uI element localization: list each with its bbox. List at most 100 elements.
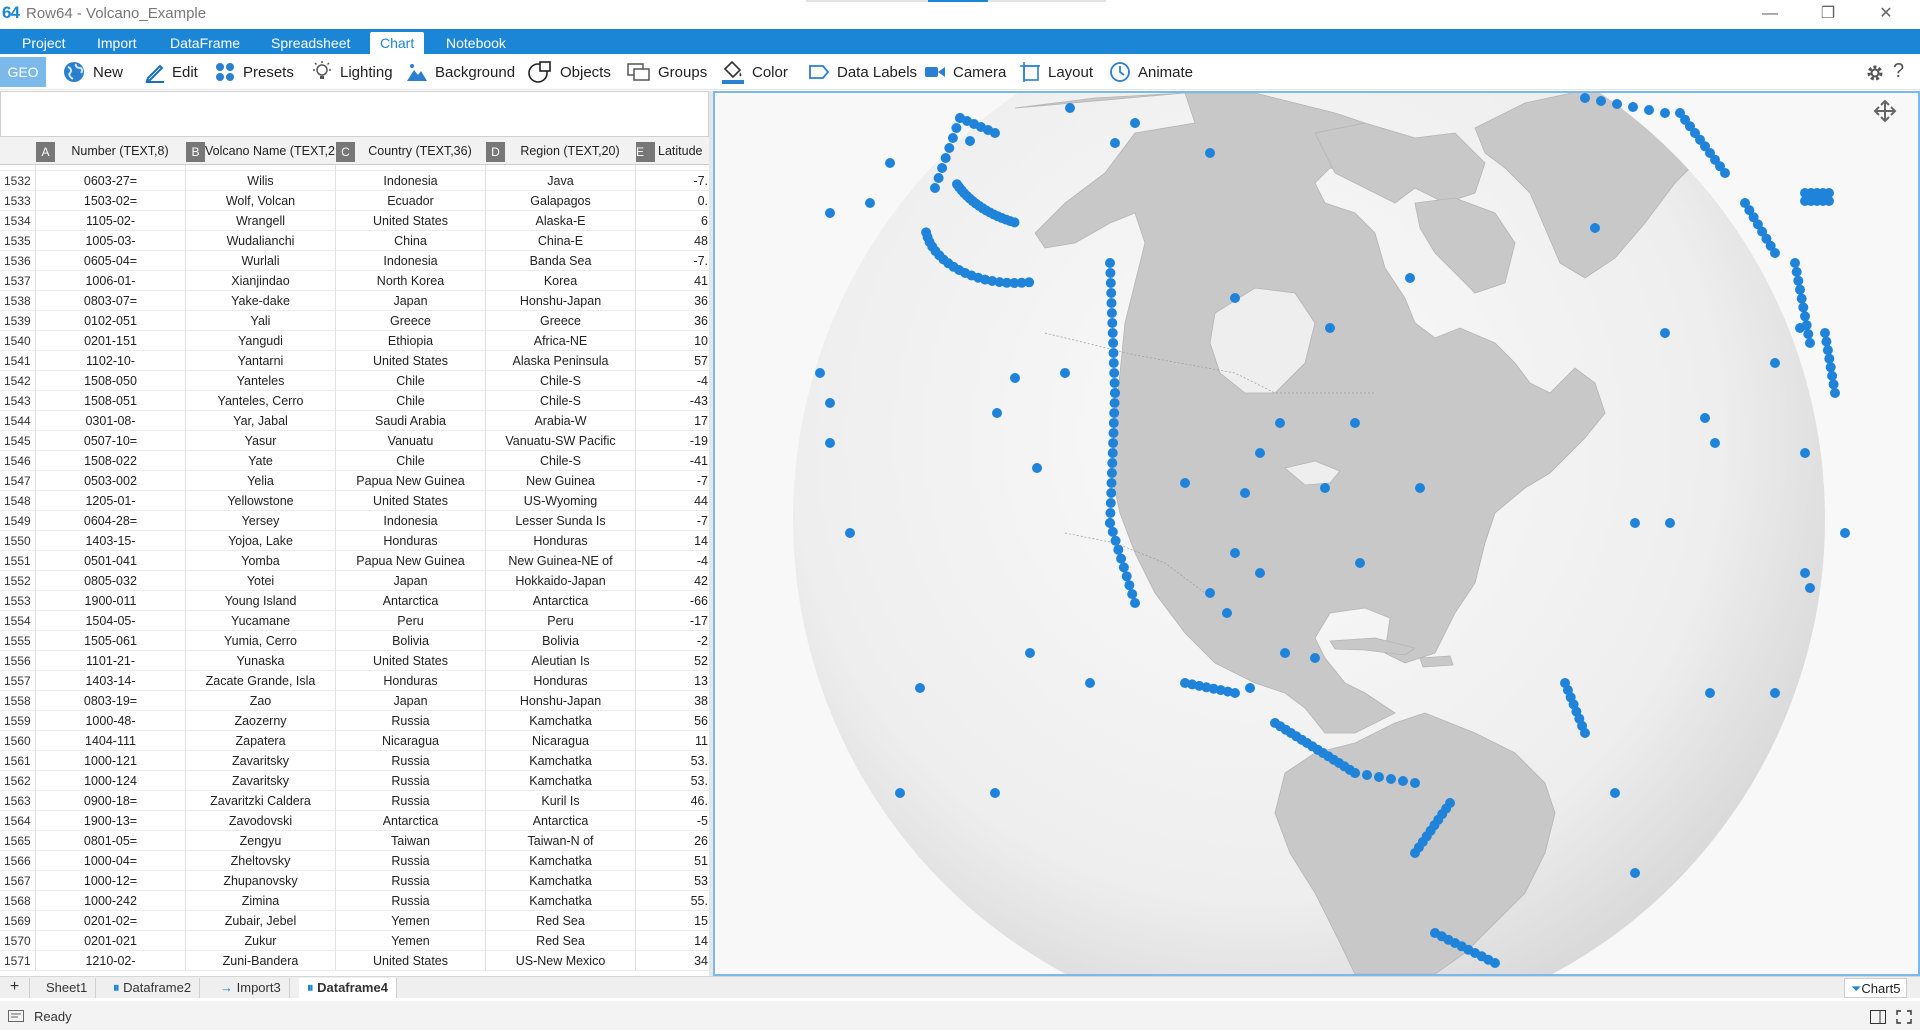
volcano-marker[interactable] [1106,478,1117,488]
region-cell[interactable]: New Guinea-NE of [486,551,636,571]
country-cell[interactable]: Yemen [336,911,486,931]
volcano-marker[interactable] [1310,653,1320,663]
volcano-name-cell[interactable]: Yomba [186,551,336,571]
volcano-name-cell[interactable]: Yanteles, Cerro [186,391,336,411]
volcano-name-cell[interactable]: Young Island [186,591,336,611]
number-cell[interactable]: 0803-07= [36,291,186,311]
groups-button[interactable]: Groups [627,60,707,84]
color-button[interactable]: Color [721,60,788,84]
column-header-c[interactable]: C Country (TEXT,36) [336,137,486,165]
region-cell[interactable]: Antarctica [486,591,636,611]
latitude-cell[interactable]: 0. [636,191,711,211]
table-row[interactable]: 1542 1508-050 Yanteles Chile Chile-S -4 [0,371,711,391]
volcano-marker[interactable] [1795,323,1805,333]
country-cell[interactable]: Japan [336,291,486,311]
volcano-marker[interactable] [1113,544,1124,555]
volcano-marker[interactable] [1805,583,1815,593]
number-cell[interactable]: 1000-242 [36,891,186,911]
volcano-marker[interactable] [1800,568,1810,578]
volcano-marker[interactable] [825,398,835,408]
table-row[interactable]: 1567 1000-12= Zhupanovsky Russia Kamchatka 53 [0,871,711,891]
volcano-marker[interactable] [1107,458,1118,468]
volcano-marker[interactable] [1590,223,1600,233]
volcano-name-cell[interactable]: Yotei [186,571,336,591]
volcano-marker[interactable] [944,143,955,153]
table-row[interactable]: 1538 0803-07= Yake-dake Japan Honshu-Japan 36 [0,291,711,311]
table-row[interactable]: 1563 0900-18= Zavaritzki Caldera Russia Kuri… [0,791,711,811]
volcano-name-cell[interactable]: Yersey [186,511,336,531]
volcano-marker[interactable] [1230,688,1240,698]
region-cell[interactable]: Banda Sea [486,251,636,271]
latitude-cell[interactable]: -19 [636,431,711,451]
region-cell[interactable]: Red Sea [486,911,636,931]
region-cell[interactable]: Hokkaido-Japan [486,571,636,591]
country-cell[interactable]: Peru [336,611,486,631]
volcano-marker[interactable] [1386,774,1396,784]
latitude-cell[interactable]: 48 [636,231,711,251]
table-row[interactable]: 1553 1900-011 Young Island Antarctica Antarc… [0,591,711,611]
latitude-cell[interactable]: 36 [636,291,711,311]
table-row[interactable]: 1537 1006-01- Xianjindao North Korea Korea 41 [0,271,711,291]
volcano-marker[interactable] [1107,448,1118,458]
region-cell[interactable]: Kamchatka [486,851,636,871]
objects-button[interactable]: Objects [527,60,611,84]
lighting-button[interactable]: Lighting [311,60,393,84]
volcano-marker[interactable] [1010,373,1020,383]
number-cell[interactable]: 1508-051 [36,391,186,411]
number-cell[interactable]: 1005-03- [36,231,186,251]
country-cell[interactable]: Greece [336,311,486,331]
country-cell[interactable]: Indonesia [336,251,486,271]
table-row[interactable]: 1571 1210-02- Zuni-Bandera United States US-… [0,951,711,971]
region-cell[interactable]: Aleutian Is [486,651,636,671]
close-button[interactable]: ✕ [1858,0,1914,29]
edit-button[interactable]: Edit [145,60,198,84]
volcano-marker[interactable] [1060,368,1070,378]
volcano-marker[interactable] [1109,378,1120,388]
latitude-cell[interactable]: 17 [636,411,711,431]
volcano-marker[interactable] [1205,148,1215,158]
region-cell[interactable]: Chile-S [486,371,636,391]
volcano-marker[interactable] [1245,683,1255,693]
volcano-marker[interactable] [1490,958,1500,968]
volcano-marker[interactable] [1720,168,1730,178]
table-row[interactable]: 1548 1205-01- Yellowstone United States US-W… [0,491,711,511]
volcano-marker[interactable] [1180,478,1190,488]
number-cell[interactable]: 0102-051 [36,311,186,331]
number-cell[interactable]: 1102-10- [36,351,186,371]
number-cell[interactable]: 1006-01- [36,271,186,291]
chart5-tab[interactable]: ⏷Chart5 [1844,978,1908,998]
volcano-marker[interactable] [1660,108,1670,118]
latitude-cell[interactable]: -5 [636,811,711,831]
latitude-cell[interactable]: 11 [636,731,711,751]
country-cell[interactable]: Japan [336,571,486,591]
region-cell[interactable]: Red Sea [486,931,636,951]
volcano-marker[interactable] [1110,388,1120,398]
volcano-marker[interactable] [1108,418,1119,428]
table-row[interactable]: 1570 0201-021 Zukur Yemen Red Sea 14 [0,931,711,951]
restore-button[interactable]: ❐ [1800,0,1856,29]
volcano-marker[interactable] [940,153,951,163]
table-row[interactable]: 1564 1900-13= Zavodovski Antarctica Antarcti… [0,811,711,831]
region-cell[interactable]: Honduras [486,531,636,551]
country-cell[interactable]: Honduras [336,671,486,691]
volcano-marker[interactable] [1700,413,1710,423]
table-row[interactable]: 1547 0503-002 Yelia Papua New Guinea New Gui… [0,471,711,491]
presets-button[interactable]: Presets [214,60,294,84]
volcano-marker[interactable] [1110,138,1120,148]
latitude-cell[interactable]: 34 [636,951,711,971]
latitude-cell[interactable]: -7 [636,511,711,531]
number-cell[interactable]: 1404-111 [36,731,186,751]
volcano-marker[interactable] [1105,518,1115,528]
menu-dataframe[interactable]: DataFrame [160,32,250,54]
volcano-marker[interactable] [1796,293,1807,304]
volcano-marker[interactable] [933,173,944,183]
volcano-marker[interactable] [1108,358,1119,368]
tab-dataframe4[interactable]: ⏸ Dataframe4 [299,978,397,998]
table-row[interactable]: 1560 1404-111 Zapatera Nicaragua Nicaragua 11 [0,731,711,751]
region-cell[interactable]: Kamchatka [486,891,636,911]
latitude-cell[interactable]: 51 [636,851,711,871]
table-row[interactable]: 1551 0501-041 Yomba Papua New Guinea New Gui… [0,551,711,571]
number-cell[interactable]: 1403-14- [36,671,186,691]
volcano-marker[interactable] [1275,418,1285,428]
number-cell[interactable]: 1105-02- [36,211,186,231]
